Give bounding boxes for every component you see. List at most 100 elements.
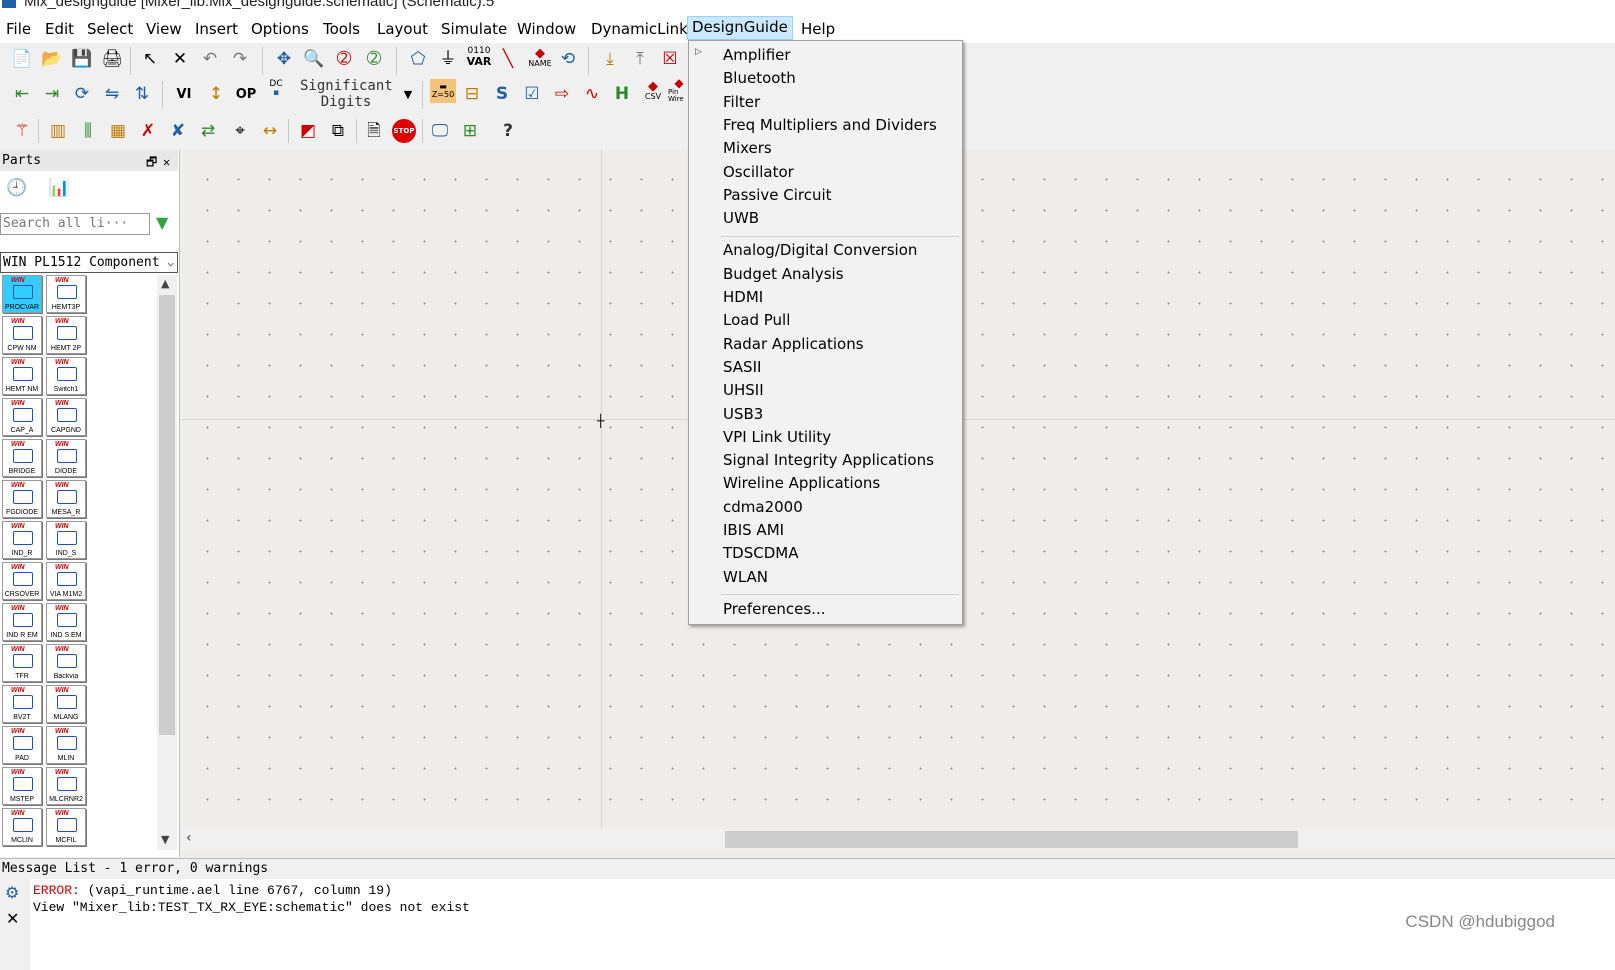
- data-display-icon[interactable]: 🖵: [428, 119, 452, 143]
- layer-icon[interactable]: ◩: [296, 119, 320, 143]
- parts-search-input[interactable]: Search all li···: [0, 213, 150, 235]
- menu-select[interactable]: Select: [83, 18, 137, 42]
- mirror-y-icon[interactable]: ⇅: [130, 82, 154, 106]
- component-procvar[interactable]: WIN PROCVAR: [2, 275, 42, 313]
- current-probe-icon[interactable]: ↕: [204, 82, 228, 106]
- component-row-icon[interactable]: ⫼: [76, 119, 100, 143]
- menu-view[interactable]: View: [142, 18, 186, 42]
- select-pointer-icon[interactable]: ↖: [138, 47, 162, 71]
- designguide-item-bluetooth[interactable]: Bluetooth: [723, 69, 796, 87]
- print-icon[interactable]: 🖨: [100, 47, 124, 71]
- menu-designguide[interactable]: DesignGuide: [687, 16, 793, 40]
- designguide-item-analog-digital-conversion[interactable]: Analog/Digital Conversion: [723, 241, 917, 259]
- rotate-icon[interactable]: ⟳: [70, 82, 94, 106]
- copy-window-icon[interactable]: ⧉: [326, 119, 350, 143]
- component-mlang[interactable]: WIN MLANG: [46, 685, 86, 723]
- component-via-m1m2[interactable]: WIN VIA M1M2: [46, 562, 86, 600]
- component-fgdiode[interactable]: WIN FGDIODE: [2, 480, 42, 518]
- help-icon[interactable]: ?: [496, 119, 520, 143]
- impedance-icon[interactable]: ▬ Z=50: [430, 79, 456, 103]
- component-switch1[interactable]: WIN Switch1: [46, 357, 86, 395]
- error-message-line[interactable]: ERROR: (vapi_runtime.ael line 6767, colu…: [33, 883, 392, 898]
- export-icon[interactable]: ⤒: [628, 47, 652, 71]
- menu-help[interactable]: Help: [797, 18, 839, 42]
- clear-messages-icon[interactable]: ✕: [6, 909, 19, 928]
- component-hemt3p[interactable]: WIN HEMT3P: [46, 275, 86, 313]
- var-equation-icon[interactable]: 0110 VAR: [466, 45, 492, 69]
- scroll-left-icon[interactable]: ‹: [186, 830, 192, 846]
- origin-icon[interactable]: ⌖: [228, 119, 252, 143]
- transmission-line-icon[interactable]: ⊟: [460, 82, 484, 106]
- component-tfr[interactable]: WIN TFR: [2, 644, 42, 682]
- component-cap-a[interactable]: WIN CAP_A: [2, 398, 42, 436]
- simulate-icon[interactable]: ⟲: [556, 47, 580, 71]
- operating-point-icon[interactable]: OP: [234, 82, 258, 106]
- deactivate-icon[interactable]: ☒: [658, 47, 682, 71]
- import-icon[interactable]: ⤓: [598, 47, 622, 71]
- measure-icon[interactable]: ↔: [258, 119, 282, 143]
- menu-layout[interactable]: Layout: [373, 18, 432, 42]
- menu-options[interactable]: Options: [247, 18, 313, 42]
- component-mlcrnr2[interactable]: WIN MLCRNR2: [46, 767, 86, 805]
- designguide-item-wireline-applications[interactable]: Wireline Applications: [723, 474, 880, 492]
- canvas-horizontal-scrollbar[interactable]: ‹: [182, 828, 1615, 850]
- close-panel-icon[interactable]: ✕: [163, 152, 170, 173]
- designguide-item-load-pull[interactable]: Load Pull: [723, 311, 790, 329]
- pop-out-hierarchy-icon[interactable]: ➁: [362, 47, 386, 71]
- designguide-item-sasii[interactable]: SASII: [723, 358, 761, 376]
- tuning-icon[interactable]: ⊞: [458, 119, 482, 143]
- component-mesa-r[interactable]: WIN MESA_R: [46, 480, 86, 518]
- settings-gear-icon[interactable]: ⚙: [5, 883, 19, 902]
- designguide-item-oscillator[interactable]: Oscillator: [723, 163, 794, 181]
- recent-history-icon[interactable]: 🕘: [6, 178, 27, 198]
- wire-icon[interactable]: ╲: [496, 47, 520, 71]
- designguide-item-signal-integrity-applications[interactable]: Signal Integrity Applications: [723, 451, 934, 469]
- pin-wire-icon[interactable]: ◆ Pin Wire: [668, 77, 690, 103]
- menu-edit[interactable]: Edit: [41, 18, 78, 42]
- connect-icon[interactable]: ⇄: [196, 119, 220, 143]
- scroll-down-icon[interactable]: ▼: [161, 833, 169, 846]
- palette-scrollbar[interactable]: ▲ ▼: [157, 275, 177, 850]
- open-folder-icon[interactable]: 📂: [40, 47, 64, 71]
- disconnect-icon[interactable]: ✘: [166, 119, 190, 143]
- dc-annotation-icon[interactable]: DC ▪: [264, 77, 288, 101]
- export-red-icon[interactable]: ⇨: [550, 82, 574, 106]
- document-icon[interactable]: 🗎: [362, 119, 386, 143]
- delete-icon[interactable]: ✕: [168, 47, 192, 71]
- menu-tools[interactable]: Tools: [319, 18, 364, 42]
- designguide-item-uhsii[interactable]: UHSII: [723, 381, 764, 399]
- designguide-item-passive-circuit[interactable]: Passive Circuit: [723, 186, 832, 204]
- component-ind-s[interactable]: WIN IND_S: [46, 521, 86, 559]
- align-left-icon[interactable]: ⇤: [10, 82, 34, 106]
- component-mcfil[interactable]: WIN MCFIL: [46, 808, 86, 846]
- significant-digits-dropdown-icon[interactable]: ▼: [396, 82, 420, 106]
- component-grid-icon[interactable]: ▦: [106, 119, 130, 143]
- new-file-icon[interactable]: 📄: [10, 47, 34, 71]
- align-right-icon[interactable]: ⇥: [40, 82, 64, 106]
- ground-icon[interactable]: ⏚: [436, 47, 460, 71]
- save-icon[interactable]: 💾: [70, 47, 94, 71]
- menu-simulate[interactable]: Simulate: [437, 18, 511, 42]
- component-mlin[interactable]: WIN MLIN: [46, 726, 86, 764]
- component-ind-r[interactable]: WIN IND_R: [2, 521, 42, 559]
- component-diode[interactable]: WIN DIODE: [46, 439, 86, 477]
- component-pad[interactable]: WIN PAD: [2, 726, 42, 764]
- design-kit-icon[interactable]: ⚚: [10, 119, 34, 143]
- designguide-item-uwb[interactable]: UWB: [723, 209, 759, 227]
- designguide-item-filter[interactable]: Filter: [723, 93, 760, 111]
- h-parameter-icon[interactable]: H: [610, 82, 634, 106]
- component-crsover[interactable]: WIN CRSOVER: [2, 562, 42, 600]
- sparameter-file-icon[interactable]: S: [490, 82, 514, 106]
- undo-icon[interactable]: ↶: [198, 47, 222, 71]
- menu-file[interactable]: File: [2, 18, 35, 42]
- redo-icon[interactable]: ↷: [228, 47, 252, 71]
- error-message-line-2[interactable]: View "Mixer_lib:TEST_TX_RX_EYE:schematic…: [33, 900, 470, 915]
- library-browser-icon[interactable]: 📊: [49, 178, 70, 198]
- port-icon[interactable]: ⬠: [406, 47, 430, 71]
- component-bank-icon[interactable]: ▥: [46, 119, 70, 143]
- designguide-item-preferences[interactable]: Preferences...: [723, 600, 826, 618]
- designguide-item-radar-applications[interactable]: Radar Applications: [723, 335, 864, 353]
- library-select[interactable]: WIN PL1512 Component ⌵: [0, 252, 178, 273]
- component-mclin[interactable]: WIN MCLIN: [2, 808, 42, 846]
- designguide-item-ibis-ami[interactable]: IBIS AMI: [723, 521, 784, 539]
